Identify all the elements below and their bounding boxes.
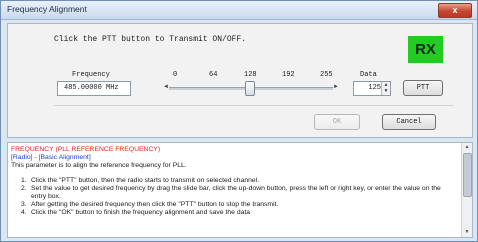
window-title: Frequency Alignment — [7, 4, 87, 14]
slider-tick-label: 192 — [282, 71, 295, 79]
step-text: Click the "PTT" button, then the radio s… — [31, 177, 260, 184]
ptt-button[interactable]: PTT — [403, 80, 443, 96]
title-bar: Frequency Alignment x — [1, 1, 477, 20]
step-number: 2. — [21, 185, 27, 192]
data-spinner[interactable]: ▲ ▼ — [381, 82, 390, 95]
frequency-alignment-window: Frequency Alignment x Click the PTT butt… — [0, 0, 478, 242]
data-slider[interactable]: ◄ ► — [161, 81, 341, 96]
step-text: Set the value to get desired frequency b… — [31, 185, 441, 200]
close-icon: x — [452, 5, 458, 15]
help-step: 1. Click the "PTT" button, then the radio… — [11, 177, 451, 185]
data-label: Data — [360, 71, 377, 79]
rx-indicator: RX — [408, 36, 443, 63]
spin-down-icon[interactable]: ▼ — [382, 88, 390, 94]
step-number: 4. — [21, 209, 27, 216]
instruction-text: Click the PTT button to Transmit ON/OFF. — [54, 35, 247, 44]
step-text: After getting the desired frequency then… — [31, 201, 279, 208]
scrollbar-thumb[interactable] — [463, 153, 472, 197]
step-number: 1. — [21, 177, 27, 184]
cancel-button[interactable]: Cancel — [382, 114, 436, 130]
data-field[interactable]: 125 ▲ ▼ — [353, 81, 391, 96]
slider-tick-label: 64 — [209, 71, 218, 79]
scroll-down-icon[interactable]: ▼ — [462, 228, 472, 237]
slider-tick-label: 255 — [320, 71, 333, 79]
help-step: 3. After getting the desired frequency th… — [11, 201, 451, 209]
slider-tick-label: 0 — [173, 71, 178, 79]
data-value: 125 — [368, 84, 381, 92]
slider-right-arrow-icon[interactable]: ► — [333, 84, 339, 90]
close-button[interactable]: x — [438, 3, 472, 18]
help-path: [Radio] - [Basic Alignment] — [11, 154, 91, 161]
ok-button[interactable]: OK — [314, 114, 360, 130]
scroll-up-icon[interactable]: ▲ — [462, 143, 472, 152]
slider-tick-label: 128 — [244, 71, 257, 79]
help-title: FREQUENCY (PLL REFERENCE FREQUENCY) — [11, 146, 161, 153]
help-steps: 1. Click the "PTT" button, then the radio… — [11, 177, 451, 217]
help-panel: FREQUENCY (PLL REFERENCE FREQUENCY) [Rad… — [7, 142, 473, 238]
step-text: Click the "OK" button to finish the freq… — [31, 209, 251, 216]
separator — [54, 105, 454, 106]
step-number: 3. — [21, 201, 27, 208]
alignment-panel: Click the PTT button to Transmit ON/OFF.… — [7, 23, 473, 138]
frequency-field: 485.00000 MHz — [57, 81, 131, 96]
help-step: 2. Set the value to get desired frequency… — [11, 185, 451, 201]
frequency-label: Frequency — [72, 71, 110, 79]
help-text: FREQUENCY (PLL REFERENCE FREQUENCY) [Rad… — [11, 146, 451, 217]
help-intro: This parameter is to align the reference… — [11, 162, 187, 169]
help-step: 4. Click the "OK" button to finish the fr… — [11, 209, 451, 217]
help-scrollbar[interactable]: ▲ ▼ — [461, 143, 472, 237]
slider-thumb[interactable] — [245, 81, 256, 96]
